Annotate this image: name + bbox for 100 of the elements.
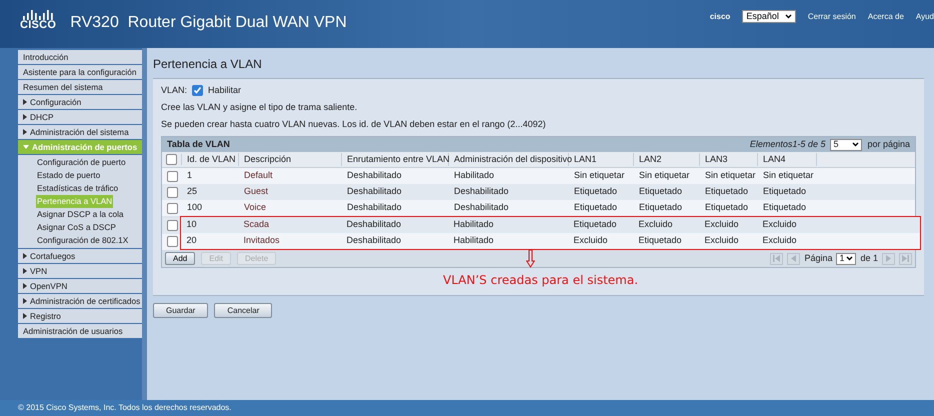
table-cell: Etiquetado xyxy=(705,186,748,196)
table-cell: Habilitado xyxy=(454,235,494,246)
table-cell: Excluido xyxy=(704,219,739,230)
table-cell: Etiquetado xyxy=(705,202,748,212)
column-header: LAN4 xyxy=(763,154,786,164)
action-button[interactable]: Cancelar xyxy=(214,303,272,318)
triangle-right-icon xyxy=(23,253,27,259)
items-count: Elementos1-5 de 5 xyxy=(750,138,826,151)
page-count: de 1 xyxy=(860,252,878,265)
sidebar-group[interactable]: Administración de certificados xyxy=(18,294,142,308)
table-cell: Guest xyxy=(244,186,268,196)
vlan-label: VLAN: xyxy=(161,84,188,97)
sidebar-subitem[interactable]: Configuración de puerto xyxy=(36,156,127,169)
chevron-down-icon xyxy=(846,256,854,261)
triangle-right-icon xyxy=(23,99,27,105)
triangle-right-icon xyxy=(23,313,27,319)
enable-label: Habilitar xyxy=(208,84,242,97)
sidebar-group[interactable]: OpenVPN xyxy=(18,279,142,293)
header-link[interactable]: Acerca de xyxy=(868,10,904,22)
table-cell: 10 xyxy=(186,219,197,230)
logo-text: CISCO xyxy=(20,20,56,31)
action-button[interactable]: Guardar xyxy=(153,303,208,318)
sidebar-subitem[interactable]: Estadísticas de tráfico xyxy=(36,182,120,195)
sidebar-subitem[interactable]: Configuración de 802.1X xyxy=(36,234,130,247)
triangle-down-icon xyxy=(23,144,29,150)
column-header: LAN1 xyxy=(574,154,597,164)
table-cell: Etiquetado xyxy=(638,235,682,246)
table-cell: Etiquetado xyxy=(763,186,806,196)
enable-checkbox[interactable] xyxy=(192,85,204,96)
sidebar-item[interactable]: Resumen del sistema xyxy=(18,80,142,94)
column-header: Enrutamiento entre VLAN xyxy=(347,154,450,164)
sidebar-subitem[interactable]: Asignar DSCP a la cola xyxy=(36,208,125,221)
product-title: RV320 Router Gigabit Dual WAN VPN xyxy=(70,15,347,31)
table-cell: Etiquetado xyxy=(639,186,682,196)
table-cell: Etiquetado xyxy=(574,202,618,212)
sidebar-group[interactable]: Configuración xyxy=(18,95,142,109)
table-cell: Sin etiquetar xyxy=(705,170,756,180)
triangle-right-icon xyxy=(23,268,27,274)
column-header: LAN2 xyxy=(639,154,662,164)
table-cell: Excluido xyxy=(762,235,797,246)
header-link[interactable]: Cerrar sesión xyxy=(808,10,856,22)
sidebar-group[interactable]: Administración del sistema xyxy=(18,125,142,139)
table-cell: Deshabilitado xyxy=(347,186,402,196)
table-cell: Invitados xyxy=(244,235,280,246)
triangle-right-icon xyxy=(23,129,27,135)
sidebar-item[interactable]: Introducción xyxy=(18,50,142,64)
page-select[interactable]: 1 xyxy=(836,252,856,264)
table-cell: 25 xyxy=(187,186,198,196)
sidebar-group[interactable]: Registro xyxy=(18,309,142,323)
table-cell: Excluido xyxy=(574,235,608,246)
table-cell: Sin etiquetar xyxy=(763,170,814,180)
row-checkbox[interactable] xyxy=(166,236,178,247)
footer-bar: © 2015 Cisco Systems, Inc. Todos los derechos reservados. xyxy=(0,400,934,416)
table-cell: Etiquetado xyxy=(639,202,682,212)
triangle-right-icon xyxy=(23,283,27,289)
header-link[interactable]: Ayud xyxy=(916,10,934,22)
table-cell: Sin etiquetar xyxy=(574,170,625,180)
table-cell: Excluido xyxy=(704,235,739,246)
table-cell: 20 xyxy=(186,235,197,246)
table-button[interactable]: Add xyxy=(165,252,196,265)
chevron-down-icon xyxy=(852,142,860,147)
row-checkbox[interactable] xyxy=(166,186,178,198)
column-header: LAN3 xyxy=(705,154,728,164)
table-cell: Sin etiquetar xyxy=(639,170,690,180)
row-checkbox[interactable] xyxy=(166,170,178,182)
username: cisco xyxy=(710,10,730,22)
row-checkbox[interactable] xyxy=(166,202,178,214)
prev-arrow-icon xyxy=(790,255,798,262)
table-cell: Excluido xyxy=(638,219,673,230)
language-select[interactable]: Español xyxy=(742,10,796,23)
sidebar-subitem[interactable]: Asignar CoS a DSCP xyxy=(36,221,117,234)
annotation-text: VLAN’S creadas para el sistema. xyxy=(443,272,638,289)
info-text: Cree las VLAN y asigne el tipo de trama saliente. xyxy=(161,100,358,114)
info-text: Se pueden crear hasta cuatro VLAN nuevas. Los id. de VLAN deben estar en el rango (2...4092) xyxy=(161,118,547,131)
row-checkbox[interactable] xyxy=(166,220,178,231)
per-page-label: por página xyxy=(867,138,910,151)
table-cell: Etiquetado xyxy=(574,186,618,196)
sidebar-group[interactable]: Cortafuegos xyxy=(18,249,142,263)
sidebar-subitem[interactable]: Estado de puerto xyxy=(36,169,102,182)
triangle-right-icon xyxy=(23,114,27,120)
last-arrow-icon xyxy=(902,255,909,262)
sidebar-item[interactable]: Asistente para la configuración xyxy=(18,65,142,79)
page-label: Página xyxy=(804,252,832,265)
chevron-down-icon xyxy=(784,14,792,19)
select-all-checkbox[interactable] xyxy=(166,154,177,165)
per-page-select[interactable]: 5 xyxy=(830,138,862,150)
sidebar-item[interactable]: Administración de usuarios xyxy=(18,324,142,338)
column-header: Administración del dispositivo xyxy=(454,154,572,164)
table-cell: Habilitado xyxy=(454,219,494,230)
table-cell: Habilitado xyxy=(454,170,494,180)
table-cell: Deshabilitado xyxy=(454,186,509,196)
sidebar-group[interactable]: DHCP xyxy=(18,110,142,124)
sidebar-group[interactable]: VPN xyxy=(18,264,142,278)
table-cell: Deshabilitado xyxy=(346,235,402,246)
table-cell: Deshabilitado xyxy=(454,202,509,212)
table-cell: Deshabilitado xyxy=(346,219,402,230)
table-cell: Deshabilitado xyxy=(347,202,402,212)
triangle-right-icon xyxy=(23,298,27,304)
table-cell: Etiquetado xyxy=(763,202,806,212)
table-cell: Default xyxy=(244,170,273,180)
